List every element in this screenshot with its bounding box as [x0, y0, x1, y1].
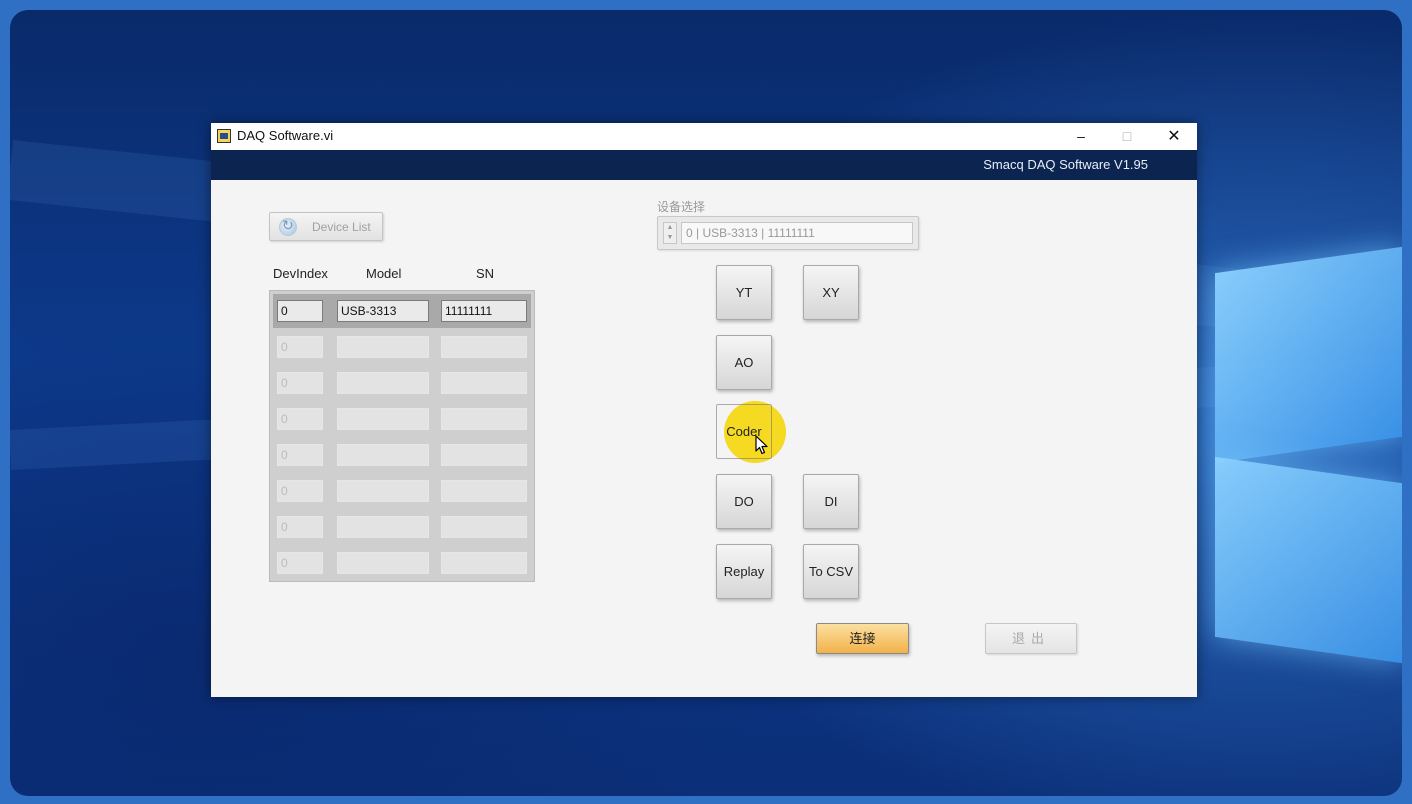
header-banner: Smacq DAQ Software V1.95 — [211, 150, 1197, 180]
xy-button[interactable]: XY — [803, 265, 859, 320]
column-header-devindex: DevIndex — [273, 266, 328, 281]
device-table: 0 USB-3313 11111111 0 0 0 0 0 0 0 — [269, 290, 535, 582]
model-cell[interactable] — [337, 444, 429, 466]
labview-app-icon — [217, 129, 231, 143]
table-row[interactable]: 0 — [273, 546, 531, 580]
mouse-pointer-icon — [755, 435, 768, 455]
refresh-icon — [279, 217, 297, 236]
sn-cell[interactable] — [441, 444, 527, 466]
maximize-button[interactable]: □ — [1104, 123, 1150, 150]
yt-button[interactable]: YT — [716, 265, 772, 320]
column-header-sn: SN — [476, 266, 495, 281]
sn-cell[interactable] — [441, 336, 527, 358]
model-cell[interactable] — [337, 552, 429, 574]
sn-cell[interactable] — [441, 552, 527, 574]
device-select-label: 设备选择 — [657, 200, 706, 214]
window-title: DAQ Software.vi — [237, 128, 334, 143]
sn-cell[interactable] — [441, 516, 527, 538]
do-button[interactable]: DO — [716, 474, 772, 529]
devindex-cell[interactable]: 0 — [277, 372, 323, 394]
table-row[interactable]: 0 — [273, 510, 531, 544]
to-csv-button[interactable]: To CSV — [803, 544, 859, 599]
increment-decrement-arrows-icon[interactable]: ▲ ▼ — [663, 222, 677, 244]
ao-button[interactable]: AO — [716, 335, 772, 390]
devindex-cell[interactable]: 0 — [277, 336, 323, 358]
title-bar: DAQ Software.vi – □ ✕ — [211, 123, 1197, 150]
column-header-model: Model — [366, 266, 402, 281]
sn-cell[interactable] — [441, 408, 527, 430]
table-row[interactable]: 0 USB-3313 11111111 — [273, 294, 531, 328]
sn-cell[interactable] — [441, 480, 527, 502]
device-list-label: Device List — [312, 220, 371, 234]
app-window: DAQ Software.vi – □ ✕ Smacq DAQ Software… — [211, 123, 1197, 697]
devindex-cell[interactable]: 0 — [277, 516, 323, 538]
minimize-button[interactable]: – — [1058, 123, 1104, 150]
model-cell[interactable]: USB-3313 — [337, 300, 429, 322]
model-cell[interactable] — [337, 516, 429, 538]
device-list-button[interactable]: Device List — [269, 212, 383, 241]
di-button[interactable]: DI — [803, 474, 859, 529]
replay-button[interactable]: Replay — [716, 544, 772, 599]
table-row[interactable]: 0 — [273, 330, 531, 364]
table-row[interactable]: 0 — [273, 402, 531, 436]
devindex-cell[interactable]: 0 — [277, 552, 323, 574]
device-select-value[interactable]: 0 | USB-3313 | 11111111 — [681, 222, 913, 244]
model-cell[interactable] — [337, 408, 429, 430]
model-cell[interactable] — [337, 336, 429, 358]
front-panel: Device List DevIndex Model SN 0 USB-3313… — [211, 180, 1197, 697]
table-row[interactable]: 0 — [273, 474, 531, 508]
table-row[interactable]: 0 — [273, 366, 531, 400]
table-row[interactable]: 0 — [273, 438, 531, 472]
devindex-cell[interactable]: 0 — [277, 408, 323, 430]
exit-button[interactable]: 退出 — [985, 623, 1077, 654]
connect-button[interactable]: 连接 — [816, 623, 909, 654]
close-button[interactable]: ✕ — [1151, 123, 1197, 150]
sn-cell[interactable] — [441, 372, 527, 394]
devindex-cell[interactable]: 0 — [277, 300, 323, 322]
devindex-cell[interactable]: 0 — [277, 480, 323, 502]
devindex-cell[interactable]: 0 — [277, 444, 323, 466]
model-cell[interactable] — [337, 480, 429, 502]
model-cell[interactable] — [337, 372, 429, 394]
sn-cell[interactable]: 11111111 — [441, 300, 527, 322]
device-select-ring[interactable]: ▲ ▼ 0 | USB-3313 | 11111111 — [657, 216, 919, 250]
app-version-text: Smacq DAQ Software V1.95 — [983, 157, 1148, 172]
